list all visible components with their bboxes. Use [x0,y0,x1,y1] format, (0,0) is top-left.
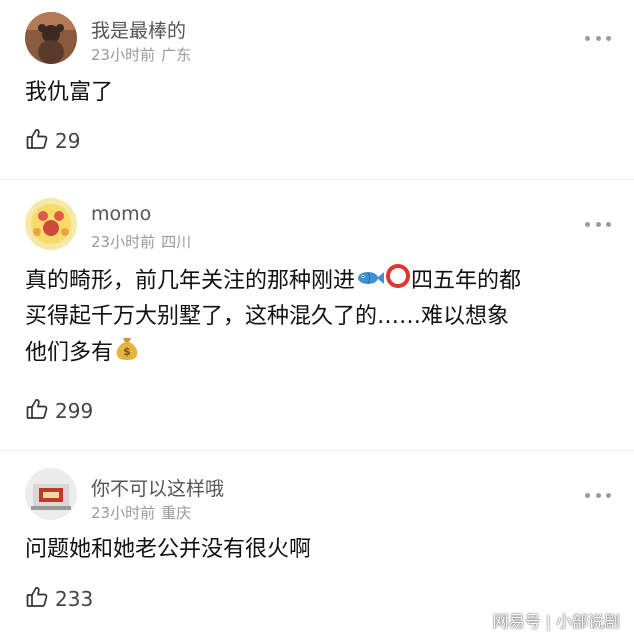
comment-text-segment: 真的畸形，前几年关注的那种刚进 [25,268,356,294]
comment-text-line: 问题她和她老公并没有很火啊 [25,537,312,562]
comment-text-line: 我仇富了 [25,80,114,105]
comment-time: 23小时前 [91,233,156,251]
comment-text-line: 他们多有 $ [25,334,615,373]
watermark-brand: 网易号 [492,612,541,631]
comment-location: 四川 [161,233,192,251]
comment-text-line: 买得起千万大别墅了，这种混久了的……难以想象 [25,304,510,329]
comment-meta: 23小时前 四川 [91,231,191,252]
comment-meta: 23小时前 广东 [91,44,191,65]
like-button[interactable]: 233 [25,586,93,612]
comment-text: 真的畸形，前几年关注的那种刚进 四五年的都 买得起千万大别墅了，这种混久了的……难… [25,263,615,373]
more-dots-icon[interactable] [585,34,611,42]
thumbs-up-icon [25,397,49,425]
comment-text-segment: 四五年的都 [411,268,522,294]
svg-text:$: $ [123,345,131,358]
comment-username[interactable]: momo [91,203,151,225]
like-button[interactable]: 299 [25,398,93,424]
avatar[interactable] [25,198,77,250]
comment-location: 重庆 [161,504,192,522]
like-button[interactable]: 29 [25,128,80,154]
divider [0,450,634,451]
avatar[interactable] [25,12,77,64]
fish-emoji-icon [355,265,385,299]
comment-text: 问题她和她老公并没有很火啊 [25,533,615,567]
avatar[interactable] [25,468,77,520]
like-count: 233 [55,587,94,611]
thumbs-up-icon [25,127,49,155]
comment-text-segment: 他们多有 [25,340,114,366]
thumbs-up-icon [25,585,49,613]
like-count: 29 [55,129,81,153]
money-bag-emoji-icon: $ [113,334,141,373]
like-count: 299 [55,399,94,423]
more-dots-icon[interactable] [585,220,611,228]
comment-username[interactable]: 我是最棒的 [91,16,186,43]
watermark: 网易号 | 小部说剧 [493,608,620,632]
comment-time: 23小时前 [91,46,156,64]
comment-time: 23小时前 [91,504,156,522]
red-circle-emoji-icon [385,263,411,300]
more-dots-icon[interactable] [585,491,611,499]
comment-username[interactable]: 你不可以这样哦 [91,474,224,501]
comment-meta: 23小时前 重庆 [91,502,191,523]
comment-location: 广东 [161,46,192,64]
watermark-account: 小部说剧 [555,612,620,631]
comment-text: 我仇富了 [25,76,615,110]
watermark-separator: | [545,612,551,631]
comment-text-line: 真的畸形，前几年关注的那种刚进 四五年的都 [25,263,615,300]
divider [0,179,634,180]
